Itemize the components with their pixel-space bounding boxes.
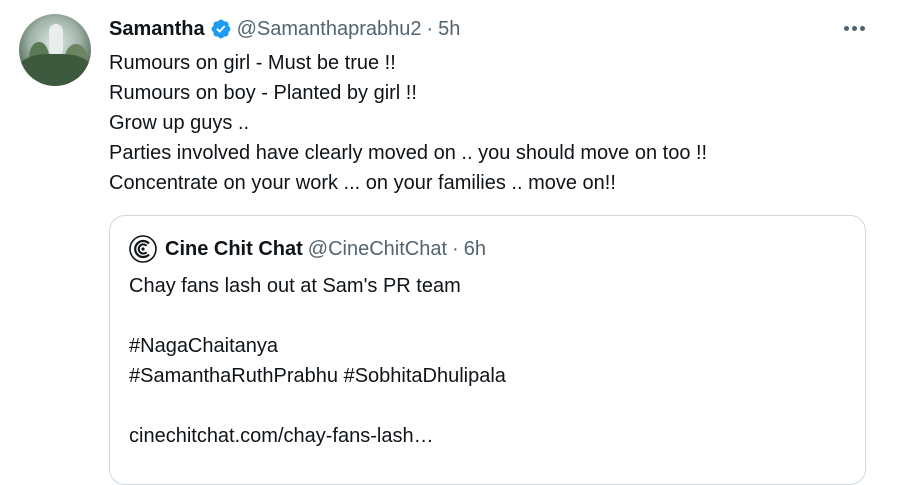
avatar-foliage xyxy=(19,54,91,86)
tweet-text: Rumours on girl - Must be true !! Rumour… xyxy=(109,48,707,198)
quoted-text-line xyxy=(129,391,506,421)
quoted-tweet-text: Chay fans lash out at Sam's PR team #Nag… xyxy=(129,271,506,451)
tweet-text-line: Rumours on boy - Planted by girl !! xyxy=(109,82,417,104)
avatar-figure xyxy=(49,24,63,54)
more-horizontal-icon xyxy=(851,25,857,31)
tweet-header: Samantha @Samanthaprabhu2 · 5h xyxy=(109,14,460,44)
more-options-button[interactable] xyxy=(839,16,869,40)
tweet-text-line: Rumours on girl - Must be true !! xyxy=(109,52,396,74)
hashtag-link[interactable]: #SamanthaRuthPrabhu #SobhitaDhulipala xyxy=(129,361,506,391)
author-name[interactable]: Samantha xyxy=(109,18,205,41)
quoted-text-line: Chay fans lash out at Sam's PR team xyxy=(129,275,461,297)
quoted-author-name[interactable]: Cine Chit Chat xyxy=(165,238,303,261)
separator-dot: · xyxy=(452,237,459,260)
tweet-text-line: Parties involved have clearly moved on .… xyxy=(109,142,708,164)
quoted-tweet[interactable]: Cine Chit Chat @CineChitChat · 6h Chay f… xyxy=(109,215,866,485)
verified-badge-icon xyxy=(211,19,230,39)
quoted-tweet-timestamp[interactable]: 6h xyxy=(464,238,486,261)
tweet-text-line: Concentrate on your work ... on your fam… xyxy=(109,172,616,194)
tweet-timestamp[interactable]: 5h xyxy=(438,18,460,41)
tweet[interactable]: Samantha @Samanthaprabhu2 · 5h Rumours o… xyxy=(0,0,902,485)
separator-dot: · xyxy=(426,17,434,40)
quoted-text-line xyxy=(129,301,506,331)
quoted-tweet-header: Cine Chit Chat @CineChitChat · 6h xyxy=(129,234,486,264)
article-link[interactable]: cinechitchat.com/chay-fans-lash… xyxy=(129,421,506,451)
more-horizontal-icon xyxy=(859,25,865,31)
author-avatar[interactable] xyxy=(19,14,91,86)
cine-chit-chat-logo-icon[interactable] xyxy=(129,235,157,263)
tweet-text-line: Grow up guys .. xyxy=(109,112,250,134)
author-handle[interactable]: @Samanthaprabhu2 xyxy=(237,18,422,41)
hashtag-link[interactable]: #NagaChaitanya xyxy=(129,331,506,361)
more-horizontal-icon xyxy=(843,25,849,31)
quoted-author-handle[interactable]: @CineChitChat xyxy=(308,238,447,261)
